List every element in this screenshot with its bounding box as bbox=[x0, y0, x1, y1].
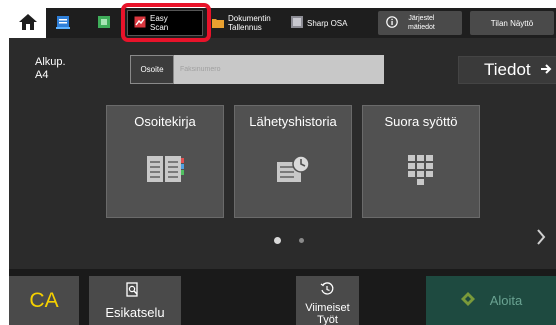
recent-jobs-button[interactable]: Viimeiset Työt bbox=[296, 276, 359, 325]
info-icon bbox=[386, 16, 398, 30]
sharp-osa-button[interactable]: Sharp OSA bbox=[291, 11, 369, 35]
page-indicator-active[interactable] bbox=[274, 237, 281, 244]
tile-label: Suora syöttö bbox=[384, 114, 458, 129]
copy-app-icon bbox=[97, 15, 111, 31]
status-display-label: Tilan Näyttö bbox=[490, 18, 534, 28]
preview-icon bbox=[126, 282, 140, 301]
tile-label: Osoitekirja bbox=[134, 114, 196, 129]
page-indicator[interactable] bbox=[299, 238, 304, 243]
start-button[interactable]: Aloita bbox=[426, 276, 556, 325]
bottom-bar: CA Esikatselu Viimeiset Työt Aloita bbox=[9, 269, 556, 325]
original-size: Alkup. A4 bbox=[35, 56, 66, 82]
sharp-osa-label: Sharp OSA bbox=[307, 18, 348, 28]
original-size-value: A4 bbox=[35, 69, 49, 81]
home-button[interactable] bbox=[9, 8, 46, 38]
status-display-button[interactable]: Tilan Näyttö bbox=[470, 11, 554, 35]
sharp-osa-icon bbox=[291, 16, 303, 30]
tile-send-history[interactable]: Lähetyshistoria bbox=[234, 105, 352, 218]
tile-label: Lähetyshistoria bbox=[249, 114, 337, 129]
start-diamond-icon bbox=[460, 291, 476, 310]
system-settings-button[interactable]: Järjestel mätiedot bbox=[378, 11, 462, 35]
start-label: Aloita bbox=[489, 293, 523, 308]
history-icon bbox=[320, 282, 334, 299]
keypad-icon bbox=[363, 154, 479, 186]
folder-icon bbox=[212, 17, 224, 30]
app-shortcut-2[interactable] bbox=[97, 11, 121, 35]
top-bar: Easy Scan Dokumentin Tallennus Sharp OSA… bbox=[9, 8, 556, 38]
details-button[interactable]: Tiedot bbox=[458, 56, 556, 84]
send-history-icon bbox=[235, 154, 351, 184]
original-size-label: Alkup. bbox=[35, 56, 66, 68]
document-filing-label: Dokumentin Tallennus bbox=[228, 14, 271, 32]
chevron-right-icon bbox=[536, 228, 546, 250]
easy-scan-button[interactable]: Easy Scan bbox=[127, 10, 203, 36]
tile-direct-entry[interactable]: Suora syöttö bbox=[362, 105, 480, 218]
address-book-icon bbox=[107, 154, 223, 184]
fax-number-input[interactable] bbox=[174, 55, 384, 84]
tile-address-book[interactable]: Osoitekirja bbox=[106, 105, 224, 218]
copier-panel: Easy Scan Dokumentin Tallennus Sharp OSA… bbox=[9, 8, 556, 325]
screen: Easy Scan Dokumentin Tallennus Sharp OSA… bbox=[0, 0, 556, 325]
document-filing-button[interactable]: Dokumentin Tallennus bbox=[212, 11, 290, 35]
recent-jobs-label: Viimeiset Työt bbox=[305, 302, 350, 325]
next-page-button[interactable] bbox=[532, 227, 550, 251]
details-label: Tiedot bbox=[484, 60, 531, 79]
preview-label: Esikatselu bbox=[105, 305, 165, 320]
easy-scan-icon bbox=[134, 16, 146, 30]
arrow-right-icon bbox=[540, 60, 552, 80]
easy-scan-label: Easy Scan bbox=[150, 14, 169, 32]
app-shortcut-1[interactable] bbox=[56, 11, 84, 35]
scan-app-icon bbox=[56, 15, 70, 31]
preview-button[interactable]: Esikatselu bbox=[89, 276, 181, 325]
address-label: Osoite bbox=[130, 55, 174, 84]
address-label-text: Osoite bbox=[140, 65, 164, 74]
clear-all-label: CA bbox=[29, 288, 59, 312]
home-icon bbox=[18, 13, 38, 33]
system-settings-label: Järjestel mätiedot bbox=[408, 15, 435, 31]
clear-all-button[interactable]: CA bbox=[9, 276, 79, 325]
